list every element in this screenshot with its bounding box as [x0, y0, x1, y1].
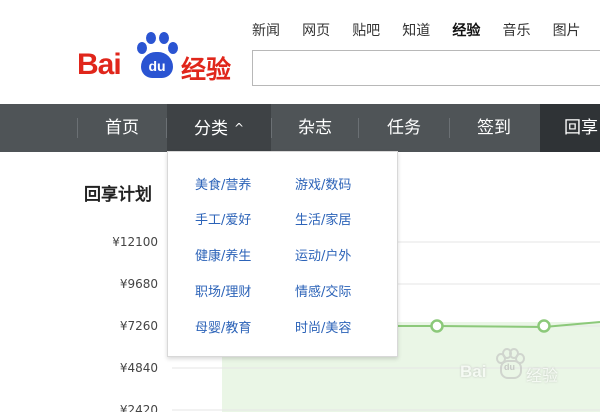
nav-huixiang[interactable]: 回享 — [540, 104, 600, 152]
chart-y-tick-label: ¥7260 — [120, 319, 158, 333]
chart-y-tick-label: ¥12100 — [112, 235, 158, 249]
category-home[interactable]: 生活/家居 — [295, 209, 351, 228]
baidu-watermark: Bai du 经验 — [460, 348, 580, 388]
nav-magazine[interactable]: 杂志 — [272, 104, 358, 152]
toplink-images[interactable]: 图片 — [553, 20, 581, 40]
watermark-bai-text: Bai — [460, 362, 487, 381]
category-sports[interactable]: 运动/户外 — [295, 245, 351, 264]
nav-tasks[interactable]: 任务 — [359, 104, 449, 152]
chart-y-tick-label: ¥4840 — [120, 361, 158, 375]
chart-y-tick-label: ¥2420 — [120, 403, 158, 412]
nav-category[interactable]: 分类 ^ — [167, 104, 271, 152]
nav-checkin[interactable]: 签到 — [450, 104, 538, 152]
toplink-tieba[interactable]: 贴吧 — [352, 20, 380, 40]
category-career[interactable]: 职场/理财 — [195, 281, 251, 300]
logo-du-text: du — [148, 58, 166, 74]
top-links: 新闻 网页 贴吧 知道 经验 音乐 图片 — [252, 20, 598, 42]
toplink-zhidao[interactable]: 知道 — [402, 20, 430, 40]
header: Bai du 经验 新闻 网页 贴吧 知道 经验 音乐 图片 — [0, 0, 600, 104]
toplink-news[interactable]: 新闻 — [252, 20, 280, 40]
logo-jingyan-text: 经验 — [181, 55, 232, 84]
category-games[interactable]: 游戏/数码 — [295, 174, 351, 193]
chart-point — [537, 319, 551, 333]
watermark-du-text: du — [504, 362, 515, 372]
section-title: 回享计划 — [84, 185, 152, 205]
category-dropdown: 美食/营养 手工/爱好 健康/养生 职场/理财 母婴/教育 游戏/数码 生活/家… — [167, 151, 398, 357]
main-nav: 首页 分类 ^ 杂志 任务 签到 回享 — [0, 104, 600, 152]
search-input[interactable] — [252, 50, 600, 86]
baidu-jingyan-logo[interactable]: Bai du 经验 — [75, 28, 245, 88]
nav-category-label: 分类 — [193, 119, 228, 139]
category-health[interactable]: 健康/养生 — [195, 245, 251, 264]
nav-home[interactable]: 首页 — [78, 104, 166, 152]
category-crafts[interactable]: 手工/爱好 — [195, 209, 251, 228]
toplink-jingyan[interactable]: 经验 — [452, 20, 480, 40]
category-relationships[interactable]: 情感/交际 — [295, 281, 351, 300]
logo-bai-text: Bai — [77, 48, 122, 81]
chart-y-tick-label: ¥9680 — [120, 277, 158, 291]
category-fashion[interactable]: 时尚/美容 — [295, 317, 351, 336]
watermark-paw-icon: du — [496, 348, 525, 379]
category-parenting[interactable]: 母婴/教育 — [195, 317, 251, 336]
chevron-up-icon: ^ — [233, 121, 245, 135]
toplink-web[interactable]: 网页 — [302, 20, 330, 40]
watermark-jingyan-text: 经验 — [526, 366, 559, 385]
chart-y-axis: ¥12100 ¥9680 ¥7260 ¥4840 ¥2420 — [112, 235, 158, 412]
paw-icon: du — [135, 32, 179, 80]
chart-point — [430, 319, 444, 333]
category-food[interactable]: 美食/营养 — [195, 174, 251, 193]
toplink-music[interactable]: 音乐 — [502, 20, 530, 40]
